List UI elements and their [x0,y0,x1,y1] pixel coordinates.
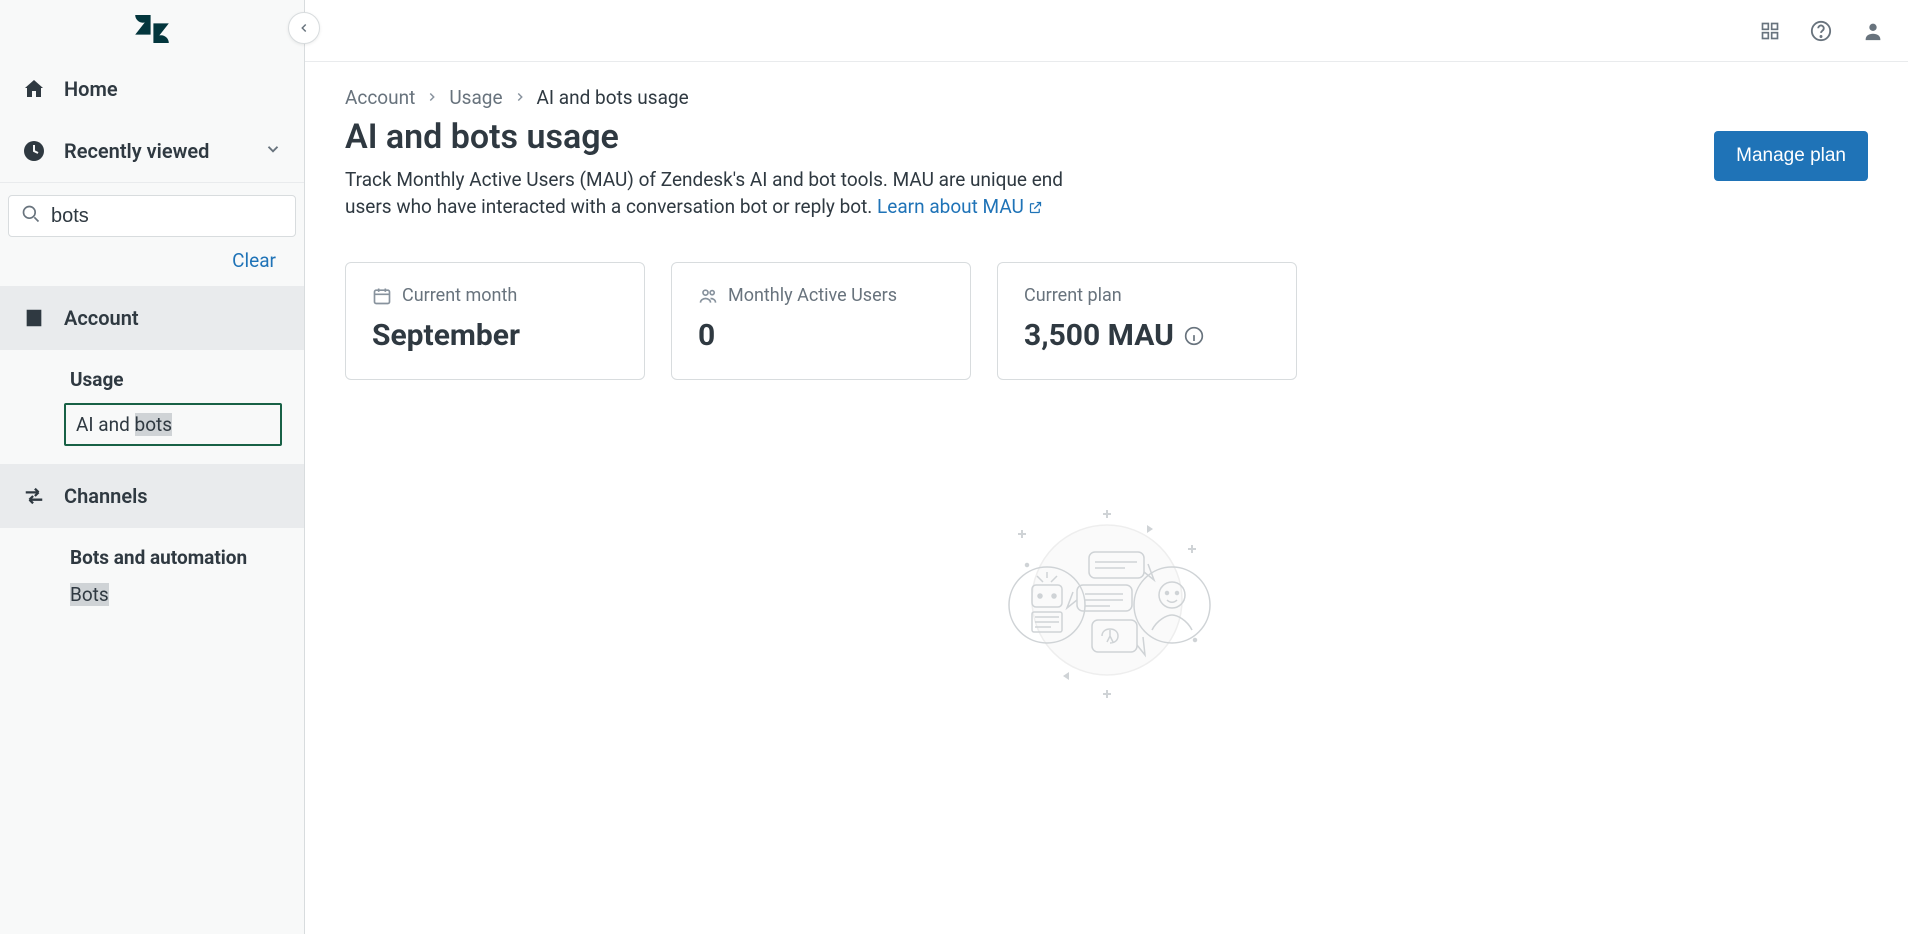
sidebar-item-channels[interactable]: Channels [0,464,304,528]
sidebar-item-home[interactable]: Home [0,58,304,120]
bots-label: Bots [70,583,109,606]
page-header: AI and bots usage Track Monthly Active U… [345,117,1868,222]
info-icon[interactable] [1184,326,1204,346]
sidebar-item-bots[interactable]: Bots [0,577,304,612]
card-current-plan: Current plan 3,500 MAU [997,262,1297,380]
card-current-month-label: Current month [402,285,517,306]
breadcrumb-current: AI and bots usage [537,86,689,109]
external-link-icon [1028,196,1043,223]
home-icon [22,77,46,101]
sidebar-recent-label: Recently viewed [64,139,209,163]
page-description: Track Monthly Active Users (MAU) of Zend… [345,167,1065,222]
clear-search-button[interactable]: Clear [232,249,276,272]
card-plan-label: Current plan [1024,285,1122,306]
ai-bots-prefix: AI and [76,413,135,436]
main: Account Usage AI and bots usage AI and b… [305,0,1908,934]
breadcrumb: Account Usage AI and bots usage [345,86,1868,109]
card-plan-value: 3,500 MAU [1024,318,1174,353]
apps-grid-icon [1760,21,1780,41]
building-icon [22,306,46,330]
sidebar: Home Recently viewed Clear Account Usage… [0,0,305,934]
card-current-month: Current month September [345,262,645,380]
sidebar-item-account[interactable]: Account [0,286,304,350]
card-mau: Monthly Active Users 0 [671,262,971,380]
collapse-sidebar-button[interactable] [288,12,320,44]
learn-about-mau-link[interactable]: Learn about MAU [877,195,1043,218]
breadcrumb-usage[interactable]: Usage [449,86,502,109]
apps-button[interactable] [1760,21,1780,41]
manage-plan-button[interactable]: Manage plan [1714,131,1868,181]
chevron-right-icon [513,86,527,109]
empty-state-illustration [345,490,1868,710]
sidebar-account-label: Account [64,306,139,330]
search-input-wrapper[interactable] [8,195,296,237]
help-button[interactable] [1810,20,1832,42]
sidebar-channels-label: Channels [64,484,148,508]
search-input[interactable] [51,205,283,228]
card-mau-label: Monthly Active Users [728,285,897,306]
stats-cards: Current month September Monthly Active U… [345,262,1868,380]
topbar [305,0,1908,62]
search-icon [21,204,41,228]
sidebar-item-ai-and-bots[interactable]: AI and bots [64,403,282,446]
card-mau-value: 0 [698,318,944,353]
users-icon [698,286,718,306]
calendar-icon [372,286,392,306]
sidebar-item-recently-viewed[interactable]: Recently viewed [0,120,304,182]
chevron-right-icon [425,86,439,109]
profile-button[interactable] [1862,20,1884,42]
user-icon [1862,20,1884,42]
sidebar-group-bots-automation: Bots and automation [0,528,304,577]
help-icon [1810,20,1832,42]
brand-logo [0,0,304,58]
sidebar-home-label: Home [64,77,118,101]
chevron-down-icon [264,139,282,163]
chevron-left-icon [297,21,311,35]
card-current-month-value: September [372,318,618,353]
content: Account Usage AI and bots usage AI and b… [305,62,1908,734]
sidebar-group-usage: Usage [0,350,304,399]
page-title: AI and bots usage [345,117,1065,157]
breadcrumb-account[interactable]: Account [345,86,415,109]
zendesk-logo-icon [133,15,171,43]
clock-icon [22,139,46,163]
ai-bots-highlight: bots [135,413,173,436]
sidebar-search: Clear [0,182,304,286]
arrows-horizontal-icon [22,484,46,508]
